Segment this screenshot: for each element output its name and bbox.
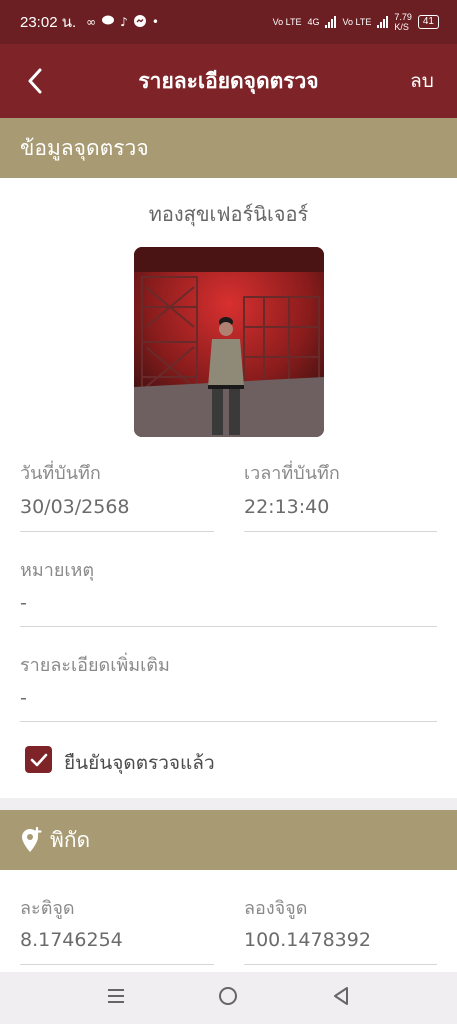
menu-lines-icon (107, 989, 124, 1003)
page-title: รายละเอียดจุดตรวจ (138, 68, 319, 93)
longitude-underline (244, 964, 437, 965)
home-circle-icon (219, 987, 238, 1005)
section-header-checkpoint: ข้อมูลจุดตรวจ (0, 118, 457, 178)
app-bar: รายละเอียดจุดตรวจ ลบ (0, 44, 457, 118)
system-nav-bar (0, 972, 457, 1024)
status-time: 23:02 น. (20, 14, 77, 31)
status-bar: 23:02 น. ∞ ♪ • Vo LTE 4G Vo LTE 7.79 K/S … (0, 0, 457, 44)
chevron-left-icon (28, 68, 42, 94)
date-underline (20, 531, 214, 532)
speed-indicator: 7.79 K/S (394, 12, 412, 32)
network-4g-label: 4G (307, 17, 320, 27)
add-location-icon (22, 827, 42, 852)
note-value: - (20, 592, 27, 614)
battery-icon: 41 (417, 15, 439, 29)
latitude-value: 8.1746254 (20, 929, 123, 951)
notification-icons: ∞ ♪ • (86, 14, 159, 30)
messenger-icon (133, 14, 146, 30)
signal-icon-2 (377, 16, 389, 28)
section-title-location: พิกัด (50, 827, 91, 852)
home-button[interactable] (218, 986, 238, 1010)
signal-icon (325, 16, 337, 28)
time-underline (244, 531, 437, 532)
volte-label-1: Vo LTE (272, 17, 302, 27)
volte-label-2: Vo LTE (342, 17, 372, 27)
dot-icon: • (151, 15, 159, 29)
detail-label: รายละเอียดเพิ่มเติม (20, 655, 170, 676)
time-label: เวลาที่บันทึก (244, 463, 340, 484)
date-value: 30/03/2568 (20, 496, 130, 518)
time-value: 22:13:40 (244, 496, 330, 518)
checkpoint-photo[interactable] (134, 247, 324, 437)
back-nav-button[interactable] (332, 986, 350, 1010)
detail-value: - (20, 687, 27, 709)
section-header-location: พิกัด (0, 810, 457, 870)
chat-icon (102, 15, 115, 29)
longitude-value: 100.1478392 (244, 929, 371, 951)
checkmark-icon (30, 753, 47, 766)
longitude-label: ลองจิจูด (244, 898, 308, 919)
recent-apps-button[interactable] (107, 988, 125, 1008)
delete-button[interactable]: ลบ (387, 66, 457, 96)
infinity-icon: ∞ (86, 15, 97, 29)
confirm-checkbox[interactable] (25, 746, 52, 773)
confirm-label: ยืนยันจุดตรวจแล้ว (64, 752, 215, 774)
back-button[interactable] (0, 44, 70, 118)
latitude-underline (20, 964, 214, 965)
note-underline (20, 626, 437, 627)
section-title: ข้อมูลจุดตรวจ (20, 135, 149, 160)
music-note-icon: ♪ (120, 15, 128, 29)
place-name: ทองสุขเฟอร์นิเจอร์ (148, 202, 309, 226)
detail-underline (20, 721, 437, 722)
latitude-label: ละติจูด (20, 898, 75, 919)
back-triangle-icon (334, 987, 349, 1005)
date-label: วันที่บันทึก (20, 463, 101, 484)
note-label: หมายเหตุ (20, 560, 95, 581)
